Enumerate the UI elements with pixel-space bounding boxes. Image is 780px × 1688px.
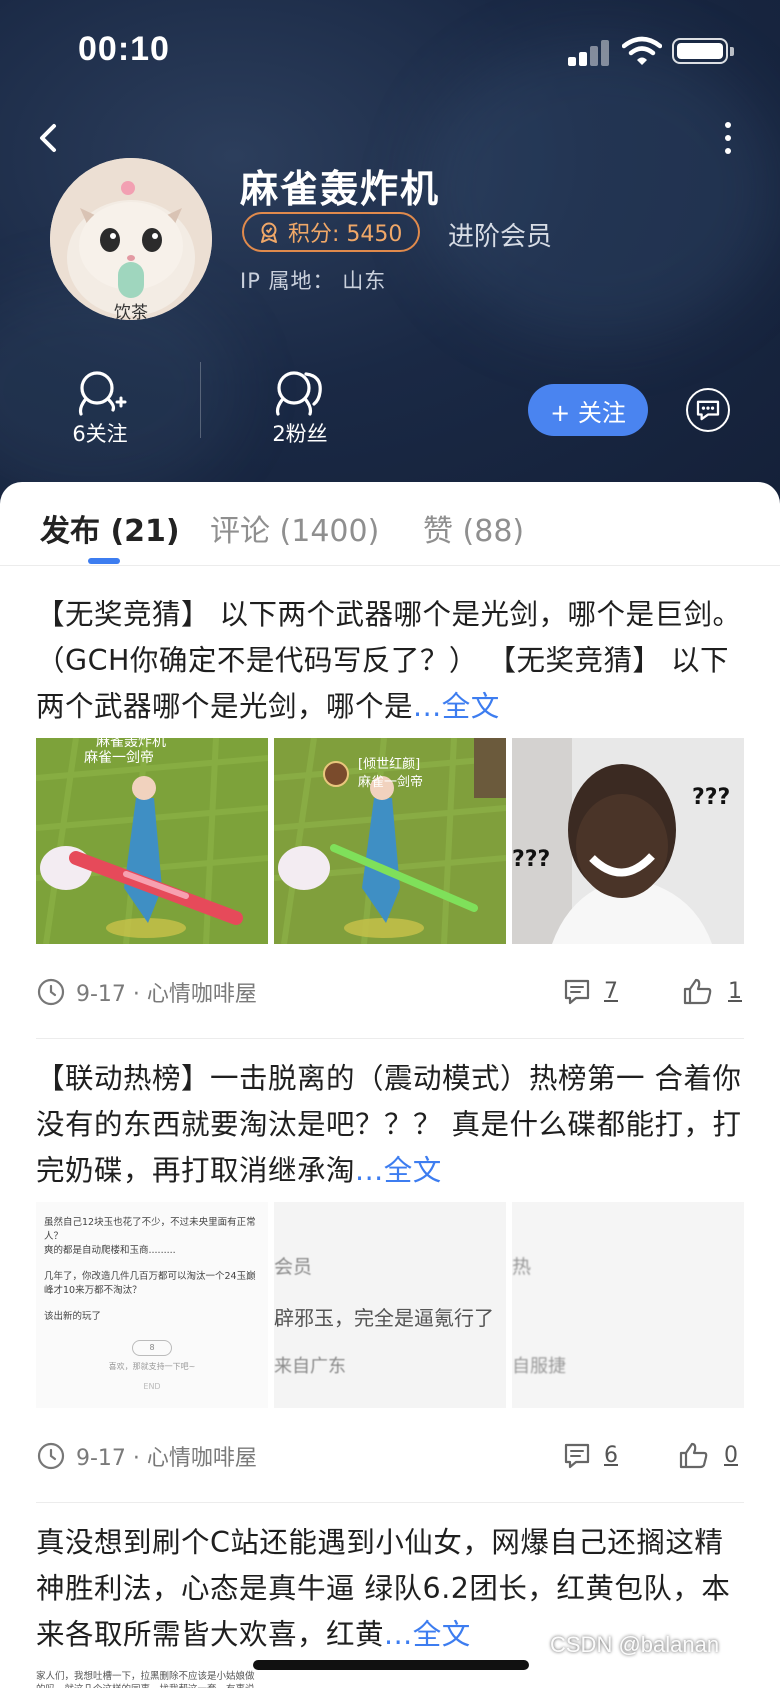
like-button[interactable]: 1 xyxy=(682,976,742,1006)
post-text[interactable]: 【联动热榜】一击脱离的（震动模式）热榜第一 合着你没有的东西就要淘汰是吧？？？ … xyxy=(36,1056,744,1194)
followers-count: 2粉丝 xyxy=(272,422,328,446)
screenshot-text: 热 xyxy=(512,1256,532,1278)
read-more-link[interactable]: ...全文 xyxy=(384,1618,471,1651)
game-screenshot-image: 麻雀轰炸机 麻雀一剑帝 xyxy=(36,738,268,944)
post-body: 【无奖竞猜】 以下两个武器哪个是光剑，哪个是巨剑。（GCH你确定不是代码写反了？… xyxy=(36,598,742,723)
avatar-caption: 饮茶 xyxy=(114,303,148,320)
post-image[interactable]: 虽然自己12块玉也花了不少，不过未央里面有正常人？ 爽的都是自动爬楼和玉商...… xyxy=(36,1202,268,1408)
content-panel: 发布 (21) 评论 (1400) 赞 (88) 【无奖竞猜】 以下两个武器哪个… xyxy=(0,482,780,1688)
comment-button[interactable]: 6 xyxy=(562,1440,618,1470)
medal-icon xyxy=(261,222,277,243)
users-icon xyxy=(275,371,322,416)
image-caption: [倾世红颜] xyxy=(358,756,420,772)
screenshot-text: 来自广东 xyxy=(274,1356,346,1377)
screenshot-text: 虽然自己12块玉也花了不少，不过未央里面有正常人？ 爽的都是自动爬楼和玉商...… xyxy=(44,1217,256,1391)
username: 麻雀轰炸机 xyxy=(240,167,441,211)
post-meta: 9-17 · 心情咖啡屋 6 0 xyxy=(36,1440,744,1480)
more-menu-icon[interactable] xyxy=(712,118,744,158)
post-item[interactable]: 【联动热榜】一击脱离的（震动模式）热榜第一 合着你没有的东西就要淘汰是吧？？？ … xyxy=(36,1056,744,1503)
meme-image: ??? ??? xyxy=(512,738,744,944)
post-date-topic[interactable]: 9-17 · 心情咖啡屋 xyxy=(76,1440,257,1472)
post-time: 9-17 · 心情咖啡屋 xyxy=(36,976,257,1008)
follow-button[interactable]: + 关注 xyxy=(528,384,648,436)
home-indicator[interactable] xyxy=(253,1660,529,1670)
avatar[interactable]: 饮茶 xyxy=(50,158,212,320)
comment-icon xyxy=(564,979,590,1005)
ip-location: IP 属地： 山东 xyxy=(240,269,387,293)
screenshot-text: 辟邪玉，完全是逼氪行了 xyxy=(274,1306,494,1330)
signal-icon xyxy=(568,40,610,66)
clock-icon xyxy=(37,1442,65,1470)
like-count: 0 xyxy=(724,1442,738,1468)
image-caption: ??? xyxy=(512,847,550,872)
add-user-icon xyxy=(78,371,127,416)
status-time: 00:10 xyxy=(78,30,170,68)
clock-icon xyxy=(37,978,65,1006)
post-image[interactable]: 热 自服捷 xyxy=(512,1202,744,1408)
like-count: 1 xyxy=(728,978,742,1004)
comment-count: 6 xyxy=(604,1442,618,1468)
wifi-icon xyxy=(622,36,662,65)
post-date-topic[interactable]: 9-17 · 心情咖啡屋 xyxy=(76,976,257,1008)
post-images: 虽然自己12块玉也花了不少，不过未央里面有正常人？ 爽的都是自动爬楼和玉商...… xyxy=(36,1202,744,1408)
watermark: CSDN @balanan xyxy=(550,1632,720,1657)
game-screenshot-image: [倾世红颜] 麻雀一剑帝 xyxy=(274,738,506,944)
like-button[interactable]: 0 xyxy=(678,1440,738,1470)
tab-likes[interactable]: 赞 (88) xyxy=(423,506,524,550)
followers-stat[interactable]: 2粉丝 xyxy=(240,368,360,448)
active-tab-indicator xyxy=(88,558,120,564)
status-bar: 00:10 xyxy=(0,0,780,100)
post-time: 9-17 · 心情咖啡屋 xyxy=(36,1440,257,1472)
tab-comments[interactable]: 评论 (1400) xyxy=(210,506,379,550)
post-text[interactable]: 【无奖竞猜】 以下两个武器哪个是光剑，哪个是巨剑。（GCH你确定不是代码写反了？… xyxy=(36,592,744,730)
post-meta: 9-17 · 心情咖啡屋 7 1 xyxy=(36,976,744,1016)
following-stat[interactable]: 6关注 xyxy=(40,368,160,448)
image-caption: 麻雀一剑帝 xyxy=(84,750,154,766)
member-level[interactable]: 进阶会员 xyxy=(448,216,552,253)
image-caption: 麻雀轰炸机 xyxy=(96,738,166,750)
post-divider xyxy=(36,1038,744,1039)
points-badge[interactable]: 积分: 5450 xyxy=(242,212,421,252)
image-caption: 麻雀一剑帝 xyxy=(358,774,423,790)
post-images: 麻雀轰炸机 麻雀一剑帝 [倾世红颜] 麻雀一剑帝 ??? ??? xyxy=(36,738,744,944)
profile-tabs: 发布 (21) 评论 (1400) 赞 (88) xyxy=(0,482,780,566)
post-image[interactable]: ??? ??? xyxy=(512,738,744,944)
image-caption: ??? xyxy=(692,785,730,810)
points-value: 积分: 5450 xyxy=(288,222,403,247)
following-count: 6关注 xyxy=(72,422,128,446)
cat-avatar-image xyxy=(50,158,212,320)
post-image[interactable]: [倾世红颜] 麻雀一剑帝 xyxy=(274,738,506,944)
message-icon[interactable] xyxy=(686,388,730,432)
comment-icon xyxy=(564,1443,590,1469)
back-arrow-icon[interactable] xyxy=(34,118,64,158)
screenshot-text: 会员 xyxy=(274,1256,313,1278)
thumbs-up-icon xyxy=(679,1442,708,1469)
post-item[interactable]: 【无奖竞猜】 以下两个武器哪个是光剑，哪个是巨剑。（GCH你确定不是代码写反了？… xyxy=(36,592,744,1039)
stat-divider xyxy=(200,362,201,438)
read-more-link[interactable]: ...全文 xyxy=(413,690,500,723)
comment-button[interactable]: 7 xyxy=(562,976,618,1006)
image-preview-text[interactable]: 家人们，我想吐槽一下，拉黑删除不应该是小姑娘做的吗，就这几个这样的同事，找我帮这… xyxy=(36,1670,256,1688)
battery-icon xyxy=(672,38,734,64)
post-divider xyxy=(36,1502,744,1503)
post-image[interactable]: 麻雀轰炸机 麻雀一剑帝 xyxy=(36,738,268,944)
read-more-link[interactable]: ...全文 xyxy=(355,1154,442,1187)
comment-count: 7 xyxy=(604,978,618,1004)
profile-header: 00:10 饮茶 麻雀轰炸机 积分: 5450 进阶会员 IP 属地： 山东 6… xyxy=(0,0,780,520)
thumbs-up-icon xyxy=(683,978,712,1005)
tab-posts[interactable]: 发布 (21) xyxy=(40,506,180,550)
screenshot-text: 自服捷 xyxy=(512,1356,566,1377)
post-image[interactable]: 会员 辟邪玉，完全是逼氪行了 来自广东 xyxy=(274,1202,506,1408)
